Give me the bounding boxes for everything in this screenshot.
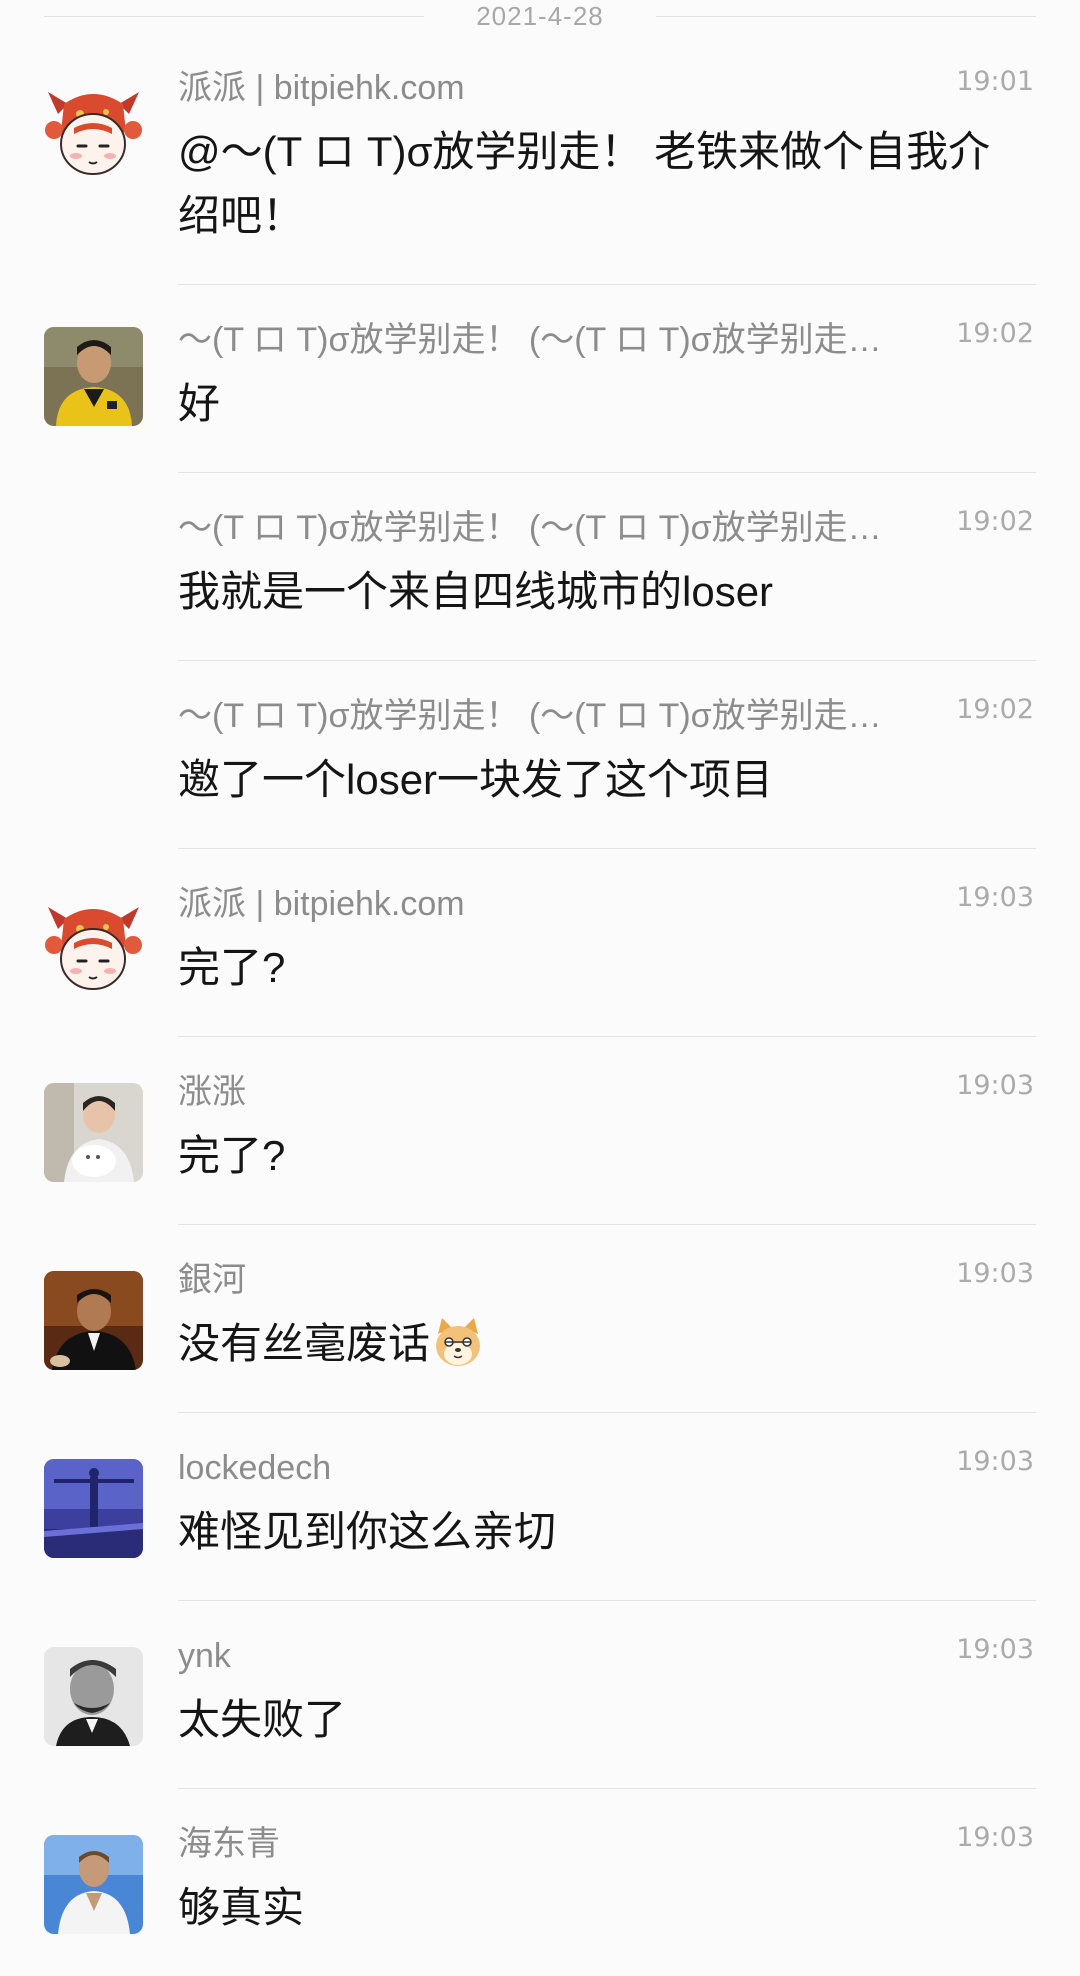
- sender-name[interactable]: 海东青: [178, 1822, 938, 1866]
- message-text: 邀了一个loser一块发了这个项目: [178, 756, 774, 803]
- message-time: 19:02: [956, 318, 1034, 349]
- message-text: 好: [178, 380, 221, 427]
- sender-name[interactable]: 派派 | bitpiehk.com: [178, 882, 938, 926]
- date-separator: 2021-4-28: [0, 0, 1080, 40]
- message-text: 够真实: [178, 1884, 305, 1931]
- date-separator-line-right: [656, 16, 1036, 17]
- message-divider: [178, 1224, 1036, 1225]
- message-text: @～(T ロ T)σ放学别走！ 老铁来做个自我介绍吧！: [178, 128, 991, 239]
- message-time: 19:03: [956, 1634, 1034, 1665]
- message-text: 太失败了: [178, 1696, 347, 1743]
- message-divider: [178, 1412, 1036, 1413]
- cartoon-bull-avatar-icon[interactable]: [44, 84, 143, 183]
- sender-name[interactable]: lockedech: [178, 1446, 938, 1490]
- message-divider: [178, 1788, 1036, 1789]
- doge-emoji-icon: [432, 1316, 484, 1386]
- message-time: 19:01: [956, 66, 1034, 97]
- message-divider: [178, 848, 1036, 849]
- message-divider: [178, 1600, 1036, 1601]
- message-text: 难怪见到你这么亲切: [178, 1508, 557, 1555]
- message-time: 19:03: [956, 882, 1034, 913]
- message-divider: [178, 284, 1036, 285]
- message-time: 19:03: [956, 1258, 1034, 1289]
- message-time: 19:03: [956, 1822, 1034, 1853]
- message-text-body: 没有丝毫废话: [178, 1320, 431, 1367]
- sender-name[interactable]: ～(T ロ T)σ放学别走！ (～(T ロ T)σ放学别走…: [178, 318, 928, 362]
- message-text: 完了?: [178, 1132, 286, 1179]
- message-text: 我就是一个来自四线城市的loser: [178, 568, 774, 615]
- message-time: 19:02: [956, 506, 1034, 537]
- photo-avatar-statue-blue[interactable]: [44, 1459, 143, 1558]
- message-divider: [178, 472, 1036, 473]
- message-time: 19:03: [956, 1070, 1034, 1101]
- photo-avatar-child-with-cat[interactable]: [44, 1083, 143, 1182]
- message-time: 19:03: [956, 1446, 1034, 1477]
- sender-name[interactable]: 派派 | bitpiehk.com: [178, 66, 938, 110]
- photo-avatar-bw-portrait[interactable]: [44, 1647, 143, 1746]
- cartoon-bull-avatar-icon[interactable]: [44, 899, 143, 998]
- photo-avatar-man-sky[interactable]: [44, 1835, 143, 1934]
- photo-avatar-yellow-jacket[interactable]: [44, 327, 143, 426]
- message-text: 没有丝毫废话: [178, 1312, 1008, 1386]
- sender-name[interactable]: 涨涨: [178, 1070, 938, 1114]
- photo-avatar-godfather[interactable]: [44, 1271, 143, 1370]
- sender-name[interactable]: ～(T ロ T)σ放学别走！ (～(T ロ T)σ放学别走…: [178, 694, 928, 738]
- message-text: 完了?: [178, 944, 286, 991]
- message-divider: [178, 660, 1036, 661]
- sender-name[interactable]: ～(T ロ T)σ放学别走！ (～(T ロ T)σ放学别走…: [178, 506, 928, 550]
- message-time: 19:02: [956, 694, 1034, 725]
- sender-name[interactable]: ynk: [178, 1634, 938, 1678]
- sender-name[interactable]: 銀河: [178, 1258, 938, 1302]
- message-divider: [178, 1036, 1036, 1037]
